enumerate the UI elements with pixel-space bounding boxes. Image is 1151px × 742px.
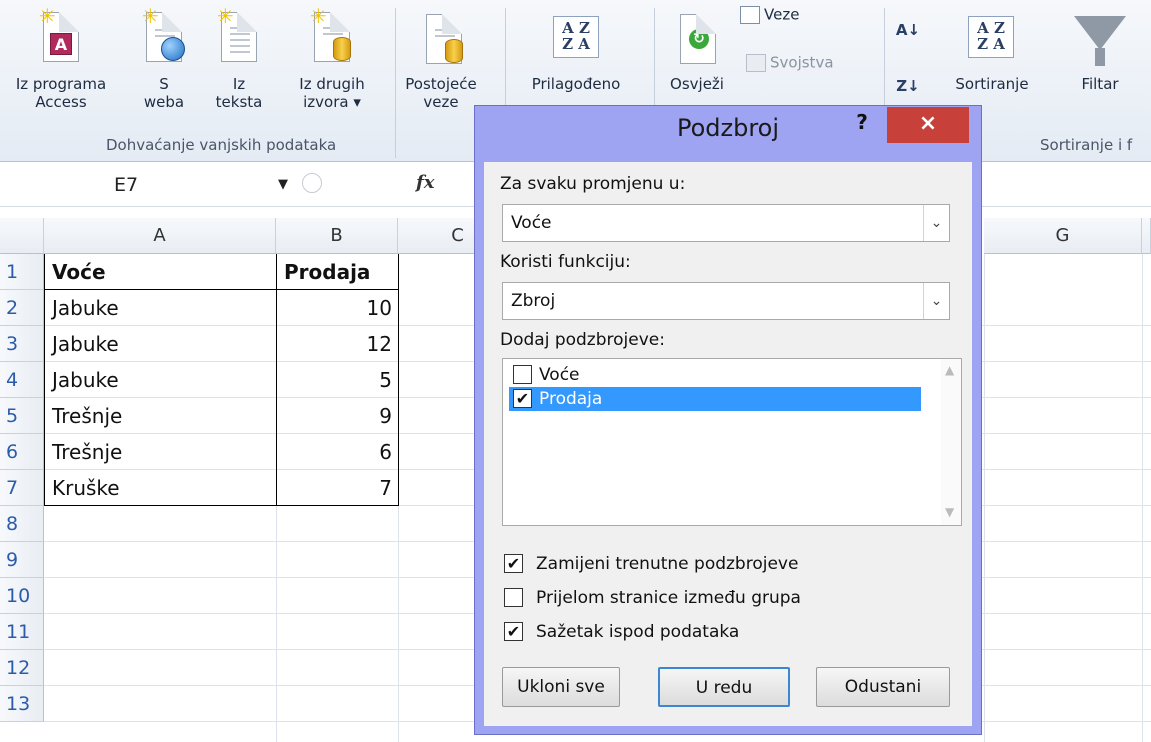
- table-cell[interactable]: Jabuke: [44, 326, 276, 362]
- connections-button[interactable]: Veze: [740, 6, 850, 30]
- help-button[interactable]: ?: [851, 110, 873, 134]
- row-header[interactable]: 8: [0, 506, 44, 542]
- list-item[interactable]: ✔ Prodaja: [509, 387, 921, 411]
- checkbox[interactable]: [513, 365, 532, 384]
- row-header[interactable]: 1: [0, 254, 44, 290]
- row-header[interactable]: 7: [0, 470, 44, 506]
- dialog-body: Za svaku promjenu u: Voće ⌄ Koristi funk…: [484, 162, 972, 726]
- select-all[interactable]: [0, 218, 44, 254]
- az-sort-icon: A ZZ A: [553, 16, 599, 58]
- row-header[interactable]: 9: [0, 542, 44, 578]
- column-header[interactable]: A: [44, 218, 276, 254]
- cancel-button[interactable]: Odustani: [816, 667, 950, 707]
- table-cell[interactable]: 9: [276, 398, 398, 434]
- sort-ascending-button[interactable]: A↓: [890, 22, 926, 52]
- dialog-titlebar[interactable]: Podzbroj ? ×: [475, 106, 981, 152]
- row-header[interactable]: 3: [0, 326, 44, 362]
- existing-connections-icon: [426, 14, 463, 64]
- scroll-down-icon[interactable]: ▼: [945, 505, 954, 519]
- change-in-combo[interactable]: Voće ⌄: [502, 204, 950, 242]
- replace-subtotals-option[interactable]: ✔ Zamijeni trenutne podzbrojeve: [504, 552, 798, 578]
- connections-icon: [740, 6, 760, 24]
- checkbox[interactable]: ✔: [513, 389, 532, 408]
- column-header[interactable]: G: [984, 218, 1142, 254]
- row-header[interactable]: 4: [0, 362, 44, 398]
- scroll-up-icon[interactable]: ▲: [945, 363, 954, 377]
- table-cell[interactable]: 6: [276, 434, 398, 470]
- table-cell[interactable]: Kruške: [44, 470, 276, 506]
- ok-button[interactable]: U redu: [658, 667, 790, 707]
- from-web-button[interactable]: ✳ S weba: [136, 4, 192, 130]
- row-header[interactable]: 5: [0, 398, 44, 434]
- from-other-sources-button[interactable]: ✳ Iz drugih izvora ▾: [284, 4, 380, 130]
- properties-button[interactable]: Svojstva: [746, 54, 866, 78]
- table-cell[interactable]: 5: [276, 362, 398, 398]
- table-cell[interactable]: 10: [276, 290, 398, 326]
- row-header[interactable]: 6: [0, 434, 44, 470]
- row-header[interactable]: 12: [0, 650, 44, 686]
- row-header[interactable]: 13: [0, 686, 44, 722]
- sort-dialog-icon: A ZZ A: [968, 16, 1014, 58]
- table-header-cell[interactable]: Voće: [44, 254, 276, 290]
- row-header[interactable]: 2: [0, 290, 44, 326]
- table-cell[interactable]: 7: [276, 470, 398, 506]
- chevron-down-icon[interactable]: ▼: [278, 170, 288, 200]
- checkbox[interactable]: ✔: [504, 554, 523, 573]
- column-header[interactable]: B: [276, 218, 398, 254]
- table-cell[interactable]: Trešnje: [44, 398, 276, 434]
- column-header[interactable]: [1142, 218, 1151, 254]
- checkbox[interactable]: ✔: [504, 622, 523, 641]
- list-scrollbar[interactable]: ▲ ▼: [941, 359, 961, 525]
- label-use-function: Koristi funkciju:: [500, 252, 631, 272]
- list-item[interactable]: Voće: [509, 363, 921, 387]
- group-label-sort: Sortiranje i f: [1040, 136, 1133, 154]
- filter-icon: [1074, 16, 1126, 50]
- filter-button[interactable]: Filtar: [1060, 4, 1140, 130]
- page-break-option[interactable]: Prijelom stranice između grupa: [504, 586, 801, 612]
- subtotal-dialog: Podzbroj ? × Za svaku promjenu u: Voće ⌄…: [474, 105, 982, 735]
- formula-bar-resize: [302, 173, 322, 193]
- group-label-external: Dohvaćanje vanjskih podataka: [106, 136, 337, 154]
- table-cell[interactable]: Jabuke: [44, 362, 276, 398]
- refresh-icon: ↻: [680, 14, 716, 64]
- row-header[interactable]: 10: [0, 578, 44, 614]
- chevron-down-icon[interactable]: ⌄: [923, 283, 949, 319]
- checkbox[interactable]: [504, 588, 523, 607]
- from-access-button[interactable]: A ✳ Iz programa Access: [6, 4, 116, 130]
- existing-connections-button[interactable]: Postojeće veze: [398, 4, 484, 130]
- row-header[interactable]: 11: [0, 614, 44, 650]
- table-cell[interactable]: Trešnje: [44, 434, 276, 470]
- table-cell[interactable]: 12: [276, 326, 398, 362]
- add-subtotal-list[interactable]: Voće ✔ Prodaja ▲ ▼: [502, 358, 962, 526]
- label-change-in: Za svaku promjenu u:: [500, 174, 686, 194]
- chevron-down-icon[interactable]: ⌄: [923, 205, 949, 241]
- use-function-combo[interactable]: Zbroj ⌄: [502, 282, 950, 320]
- properties-icon: [746, 54, 766, 72]
- from-text-button[interactable]: ✳ Iz teksta: [208, 4, 270, 130]
- table-header-cell[interactable]: Prodaja: [276, 254, 398, 290]
- remove-all-button[interactable]: Ukloni sve: [502, 667, 620, 707]
- sort-descending-button[interactable]: Z↓: [890, 78, 926, 108]
- name-box[interactable]: E7 ▼: [6, 170, 296, 200]
- insert-function-icon[interactable]: fx: [416, 172, 434, 193]
- close-button[interactable]: ×: [887, 107, 969, 143]
- table-cell[interactable]: Jabuke: [44, 290, 276, 326]
- label-add-subtotal: Dodaj podzbrojeve:: [500, 330, 665, 350]
- summary-below-option[interactable]: ✔ Sažetak ispod podataka: [504, 620, 739, 646]
